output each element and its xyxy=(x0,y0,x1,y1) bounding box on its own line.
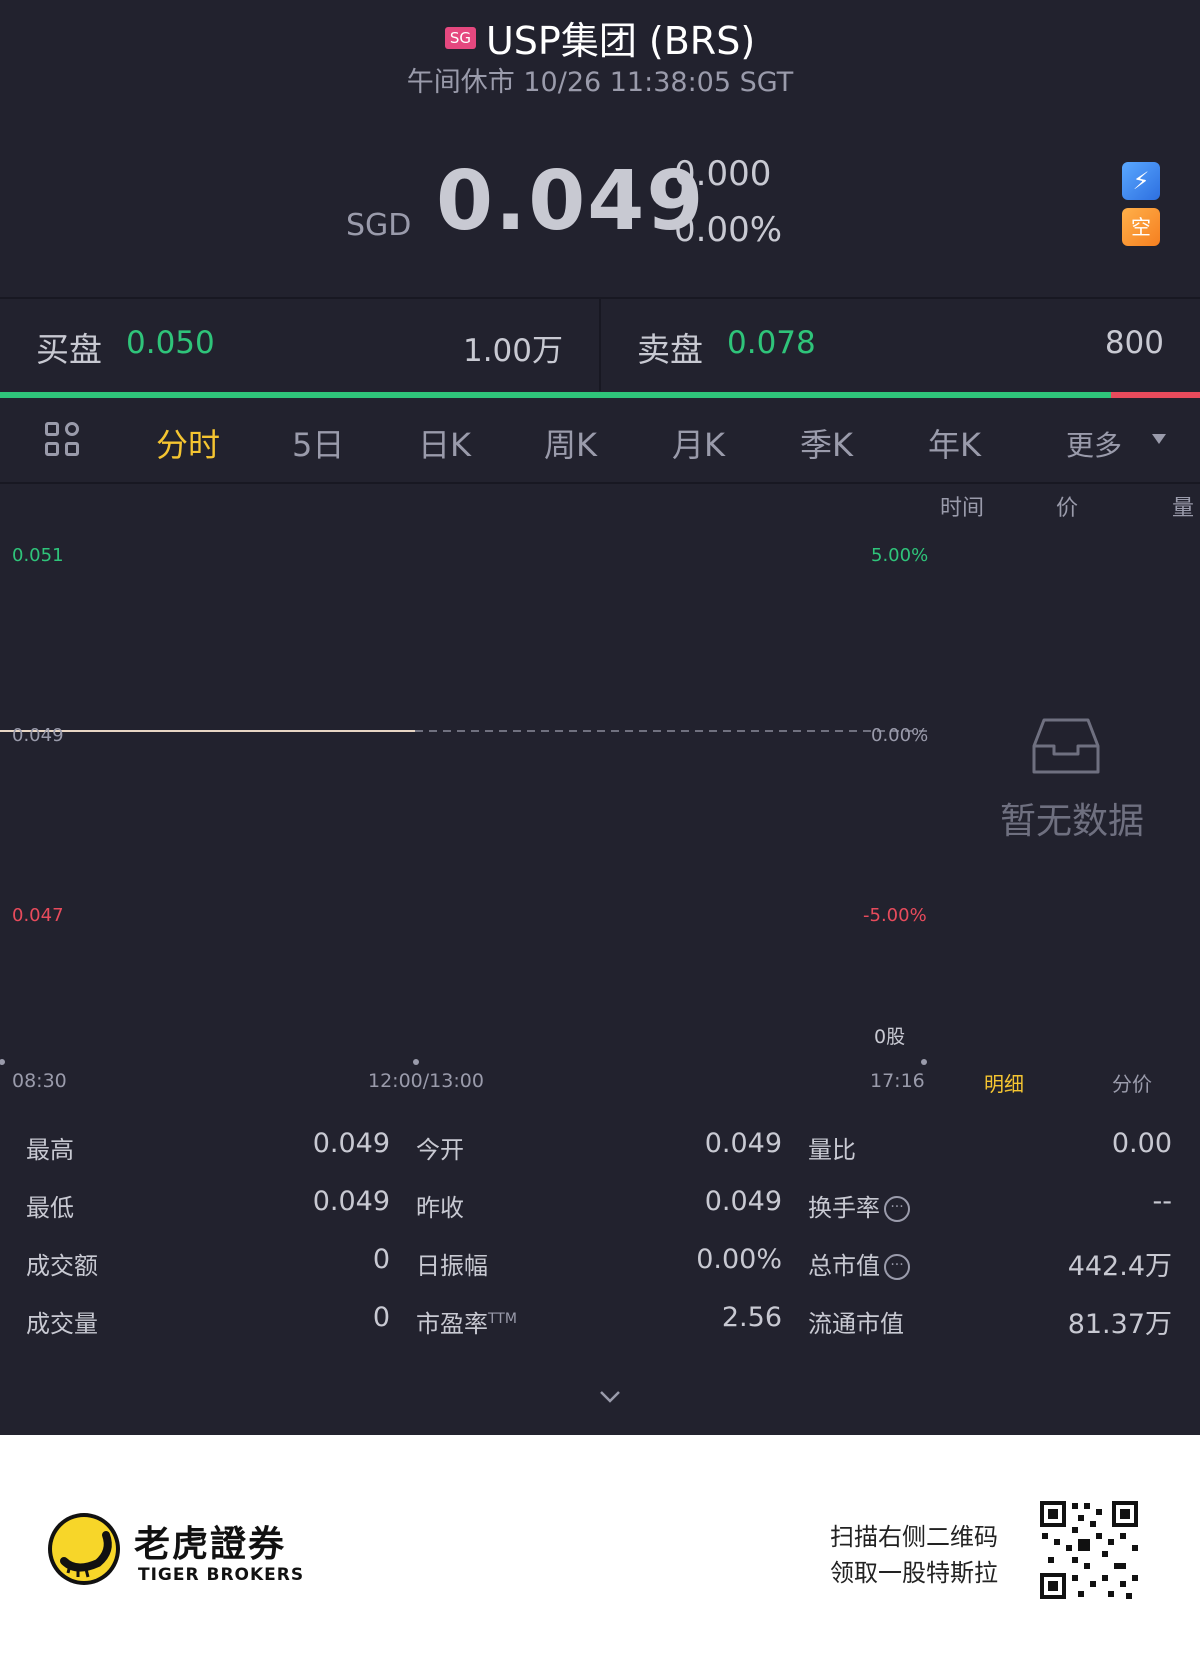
nodata-icon xyxy=(1032,718,1100,774)
empty-icon[interactable]: 空 xyxy=(1122,208,1160,246)
chart-tabs: 分时 5日 日K 周K 月K 季K 年K 更多 xyxy=(0,398,1200,484)
dots-icon[interactable]: ··· xyxy=(884,1254,910,1280)
stat-pe-suffix: TTM xyxy=(488,1311,517,1327)
stat-turnover-rate-value: -- xyxy=(1152,1186,1173,1217)
stat-open-label: 今开 xyxy=(416,1136,464,1164)
tab-day-k[interactable]: 日K xyxy=(418,420,471,466)
bid-price: 0.050 xyxy=(126,325,215,361)
chevron-down-icon[interactable] xyxy=(598,1384,622,1408)
promo-line-1: 扫描右侧二维码 xyxy=(830,1523,998,1551)
stat-high-label: 最高 xyxy=(26,1136,74,1164)
time-dot-mid xyxy=(413,1059,419,1065)
stat-prev-close-label: 昨收 xyxy=(416,1194,464,1222)
bid-label: 买盘 xyxy=(36,330,102,369)
col-price-header: 价 xyxy=(1056,496,1079,521)
empty-state-text: 暂无数据 xyxy=(1000,801,1145,842)
stat-turnover-value: 0 xyxy=(372,1244,390,1275)
brand-name-cn: 老虎證券 xyxy=(134,1524,287,1565)
bid-ask-bar: 买盘 0.050 1.00万 卖盘 0.078 800 xyxy=(0,299,1200,391)
dots-icon[interactable]: ··· xyxy=(884,1196,910,1222)
stock-title: USP集团 (BRS) xyxy=(485,19,756,63)
time-end: 17:16 xyxy=(870,1070,925,1092)
stat-turnover-rate-text: 换手率 xyxy=(808,1194,880,1222)
stat-pe-label: 市盈率TTM xyxy=(416,1304,517,1339)
pct-axis-low: -5.00% xyxy=(863,905,927,926)
bid-size: 1.00万 xyxy=(462,333,563,369)
stat-volume-label: 成交量 xyxy=(26,1310,98,1338)
lightning-icon[interactable]: ⚡ xyxy=(1122,162,1160,200)
price-change: 0.000 xyxy=(674,154,772,194)
time-mid: 12:00/13:00 xyxy=(368,1070,484,1092)
bid-panel[interactable]: 买盘 0.050 1.00万 xyxy=(0,299,599,391)
ask-panel[interactable]: 卖盘 0.078 800 xyxy=(601,299,1200,391)
last-price: 0.049 xyxy=(436,154,706,249)
ask-size: 800 xyxy=(1104,325,1164,361)
stat-amplitude-label: 日振幅 xyxy=(416,1252,488,1280)
y-axis-mid: 0.049 xyxy=(12,725,64,746)
stat-pe-label-text: 市盈率 xyxy=(416,1310,488,1338)
time-dot-start xyxy=(0,1059,5,1065)
price-change-pct: 0.00% xyxy=(674,210,783,250)
stat-vol-ratio-value: 0.00 xyxy=(1111,1128,1172,1159)
stat-open-value: 0.049 xyxy=(704,1128,782,1159)
tab-intraday[interactable]: 分时 xyxy=(156,420,220,466)
stat-turnover-rate-label[interactable]: 换手率 ··· xyxy=(808,1188,910,1223)
tab-price-distribution[interactable]: 分价 xyxy=(1112,1068,1152,1097)
qr-code[interactable] xyxy=(1038,1499,1140,1601)
tab-detail[interactable]: 明细 xyxy=(984,1068,1024,1097)
currency-label: SGD xyxy=(346,208,412,243)
stat-float-cap-value: 81.37万 xyxy=(1067,1309,1172,1340)
share-footer: 老虎證券 TIGER BROKERS 扫描右侧二维码 领取一股特斯拉 xyxy=(0,1435,1200,1662)
tiger-logo-icon xyxy=(48,1513,120,1585)
grid-icon[interactable] xyxy=(45,422,81,458)
ask-price: 0.078 xyxy=(727,325,816,361)
stat-market-cap-value: 442.4万 xyxy=(1067,1251,1172,1282)
market-status: 午间休市 10/26 11:38:05 SGT xyxy=(406,67,794,98)
col-volume-header: 量 xyxy=(1172,496,1195,521)
tab-5day[interactable]: 5日 xyxy=(292,420,344,466)
brand-name-en: TIGER BROKERS xyxy=(138,1565,305,1585)
stat-turnover-label: 成交额 xyxy=(26,1252,98,1280)
tab-month-k[interactable]: 月K xyxy=(672,420,725,466)
intraday-chart[interactable] xyxy=(0,486,930,1086)
stat-low-label: 最低 xyxy=(26,1194,74,1222)
price-block: SGD 0.049 0.000 0.00% ⚡ 空 xyxy=(0,150,1200,280)
dropdown-icon[interactable] xyxy=(1152,434,1166,444)
stat-prev-close-value: 0.049 xyxy=(704,1186,782,1217)
y-axis-low: 0.047 xyxy=(12,905,64,926)
stat-volume-value: 0 xyxy=(372,1302,390,1333)
tab-quarter-k[interactable]: 季K xyxy=(800,420,853,466)
stat-low-value: 0.049 xyxy=(312,1186,390,1217)
stat-market-cap-label[interactable]: 总市值 ··· xyxy=(808,1246,910,1281)
tab-week-k[interactable]: 周K xyxy=(544,420,597,466)
stat-amplitude-value: 0.00% xyxy=(696,1244,782,1275)
y-axis-high: 0.051 xyxy=(12,545,64,566)
stat-vol-ratio-label: 量比 xyxy=(808,1136,856,1164)
time-dot-end xyxy=(921,1059,927,1065)
volume-label: 0股 xyxy=(874,1026,906,1048)
pct-axis-high: 5.00% xyxy=(871,545,929,566)
pct-axis-mid: 0.00% xyxy=(871,725,929,746)
ask-label: 卖盘 xyxy=(637,330,703,369)
stat-pe-value: 2.56 xyxy=(721,1302,782,1333)
stat-high-value: 0.049 xyxy=(312,1128,390,1159)
tab-year-k[interactable]: 年K xyxy=(928,420,981,466)
tab-more[interactable]: 更多 xyxy=(1066,424,1122,464)
title-row: SG USP集团 (BRS) xyxy=(0,10,1200,63)
promo-line-2: 领取一股特斯拉 xyxy=(830,1559,998,1587)
stat-market-cap-text: 总市值 xyxy=(808,1252,880,1280)
time-start: 08:30 xyxy=(12,1070,67,1092)
col-time-header: 时间 xyxy=(940,496,985,521)
stat-float-cap-label: 流通市值 xyxy=(808,1310,904,1338)
market-badge: SG xyxy=(444,26,476,49)
